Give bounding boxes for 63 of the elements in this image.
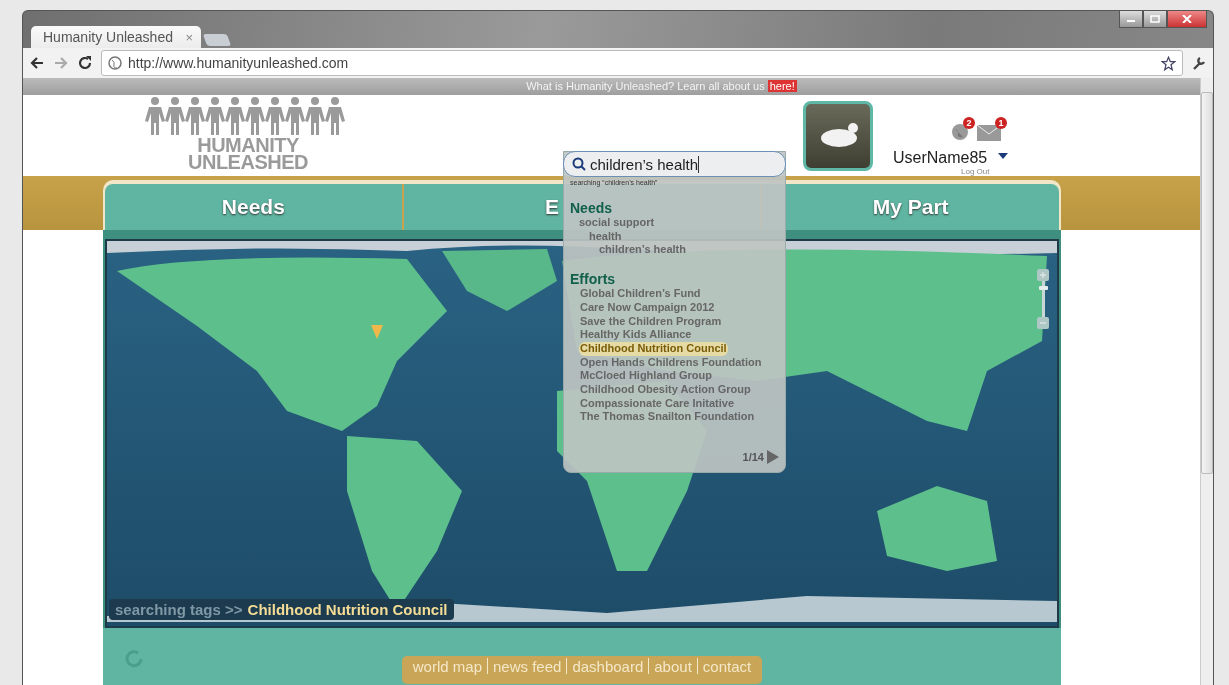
- maximize-button[interactable]: [1143, 11, 1167, 28]
- result-item[interactable]: Compassionate Care Initative: [579, 396, 736, 411]
- search-value: children’s health: [590, 155, 700, 173]
- close-button[interactable]: [1167, 11, 1207, 28]
- scrollbar[interactable]: [1200, 78, 1213, 685]
- mail-icon[interactable]: [977, 122, 1001, 141]
- wrench-icon[interactable]: [1191, 55, 1207, 71]
- plus-icon: [1040, 272, 1046, 279]
- star-icon[interactable]: [1161, 55, 1176, 71]
- result-item[interactable]: McCloed Highland Group: [579, 369, 713, 384]
- section-heading: Efforts: [570, 271, 617, 288]
- footer-link[interactable]: contact: [696, 658, 757, 675]
- logout-link[interactable]: Log Out: [961, 166, 990, 176]
- browser-tab[interactable]: Humanity Unleashed ×: [31, 26, 201, 48]
- caret-icon[interactable]: [998, 152, 1008, 159]
- nav-tab[interactable]: Needs: [105, 184, 402, 231]
- location-marker-icon[interactable]: [371, 325, 383, 340]
- back-icon[interactable]: [29, 55, 45, 71]
- result-item[interactable]: Save the Children Program: [579, 314, 723, 329]
- username[interactable]: UserName85: [893, 148, 988, 167]
- notification-badge: 2: [963, 116, 975, 129]
- scroll-thumb[interactable]: [1201, 92, 1213, 474]
- here-link[interactable]: here!: [767, 80, 797, 93]
- footer-link[interactable]: dashboard: [566, 658, 649, 675]
- logo[interactable]: HUMANITY UNLEASHED: [143, 94, 353, 171]
- result-item[interactable]: Global Children’s Fund: [579, 287, 702, 301]
- new-tab-button[interactable]: [202, 34, 232, 46]
- globe-icon: [108, 56, 122, 70]
- close-icon: [1182, 15, 1192, 23]
- result-item[interactable]: health: [564, 229, 785, 244]
- globe-icon[interactable]: [951, 122, 969, 141]
- notification-badge: 1: [995, 116, 1007, 129]
- tag-value: Childhood Nutrition Council: [247, 601, 448, 619]
- logo-text: UNLEASHED: [188, 153, 308, 171]
- avatar-photo-placeholder[interactable]: [803, 100, 873, 171]
- minimize-button[interactable]: [1119, 11, 1143, 28]
- tab-close-button[interactable]: ×: [185, 29, 193, 45]
- section-heading: Needs: [570, 200, 614, 216]
- banner-text: What is Humanity Unleashed? Learn all about us: [526, 80, 765, 93]
- tab-title: Humanity Unleashed: [43, 29, 173, 45]
- result-item[interactable]: Care Now Campaign 2012: [579, 300, 716, 315]
- result-item[interactable]: Healthy Kids Alliance: [579, 328, 693, 342]
- result-item[interactable]: Childhood Nutrition Council: [579, 341, 728, 356]
- search-icon: [572, 157, 586, 171]
- next-arrow-icon[interactable]: [767, 450, 779, 464]
- result-item[interactable]: The Thomas Snailton Foundation: [579, 410, 756, 425]
- footer-link[interactable]: world map: [407, 658, 487, 675]
- tag-prefix: searching tags >>: [115, 601, 243, 619]
- maximize-icon: [1150, 15, 1160, 23]
- footer-link[interactable]: about: [648, 658, 697, 675]
- address-bar[interactable]: http://www.humanityunleashed.com: [101, 50, 1183, 76]
- zoom-in-button[interactable]: [1037, 269, 1049, 282]
- search-field[interactable]: children’s health: [563, 151, 786, 177]
- zoom-out-button[interactable]: [1037, 317, 1049, 330]
- logo-text: HUMANITY: [197, 136, 299, 154]
- minus-icon: [1040, 320, 1046, 327]
- result-item[interactable]: Childhood Obesity Action Group: [579, 383, 752, 397]
- result-item[interactable]: Open Hands Childrens Foundation: [579, 355, 763, 370]
- reload-icon[interactable]: [77, 55, 93, 71]
- url-text: http://www.humanityunleashed.com: [128, 55, 350, 71]
- footer-link[interactable]: news feed: [487, 658, 567, 675]
- zoom-thumb[interactable]: [1038, 286, 1048, 291]
- page-counter: 1/14: [742, 451, 764, 463]
